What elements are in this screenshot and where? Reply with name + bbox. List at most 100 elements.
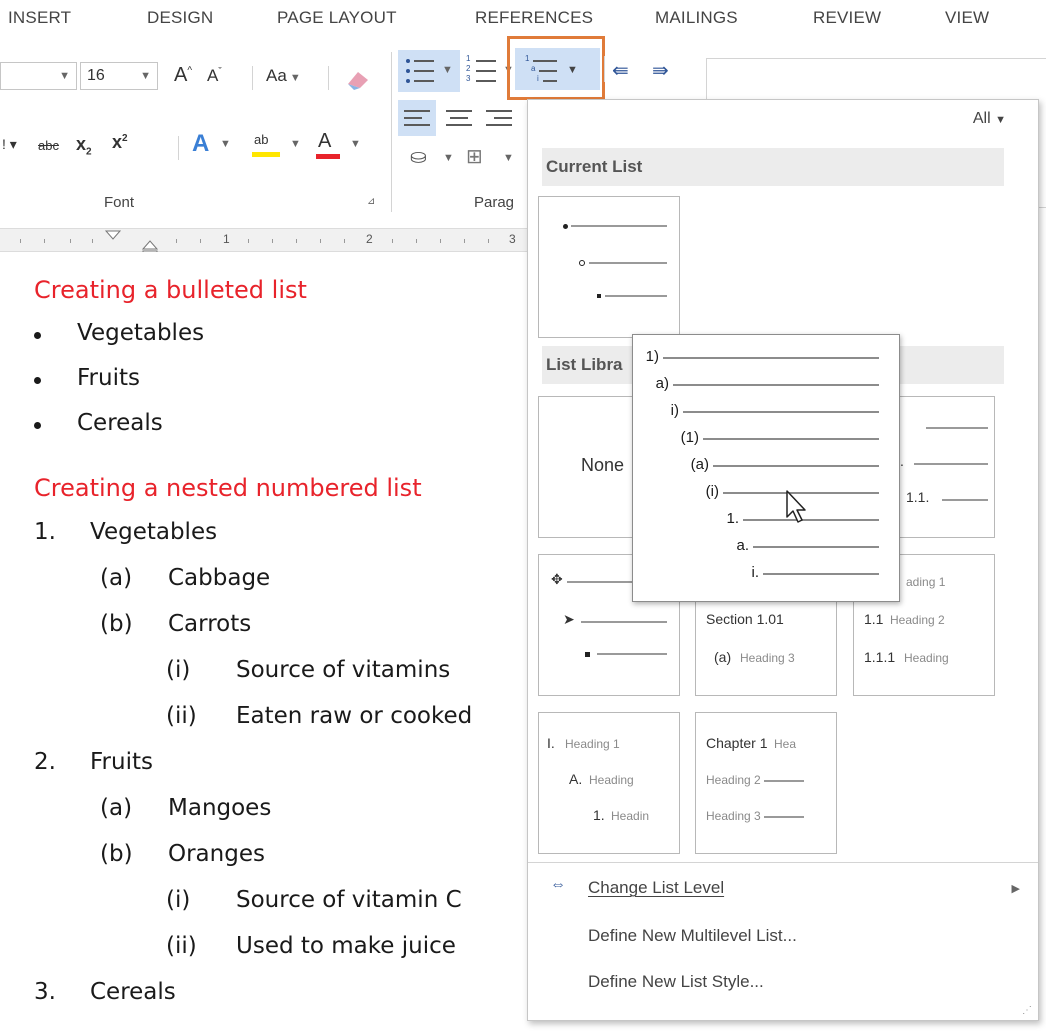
font-name-combo[interactable]: ▼ [0, 62, 77, 90]
define-new-list-style-item[interactable]: Define New List Style... [588, 972, 764, 992]
text-effects-icon[interactable]: A [192, 130, 209, 158]
filter-label: All [972, 110, 991, 127]
change-case-label: Aa [266, 66, 287, 85]
current-list-title: Current List [546, 157, 643, 176]
chapter-heading2: Heading 2 [706, 773, 761, 787]
divider [328, 66, 329, 90]
roman-number: I. [547, 735, 555, 751]
grow-font-icon[interactable]: A^ [174, 64, 192, 87]
arabic-label: Headin [611, 809, 650, 823]
chevron-down-icon[interactable]: ▼ [503, 152, 514, 164]
change-case-button[interactable]: Aa ▼ [266, 66, 301, 86]
shrink-font-icon[interactable]: Aˇ [207, 66, 222, 86]
level-label: 1) [645, 348, 659, 365]
mouse-pointer-icon [786, 490, 806, 523]
list-marker: (ii) [166, 933, 197, 959]
clear-formatting-icon[interactable] [344, 66, 374, 92]
tab-references[interactable]: REFERENCES [475, 8, 593, 28]
list-item: Vegetables [77, 320, 205, 346]
align-center-icon[interactable] [446, 108, 472, 130]
list-marker: (b) [100, 841, 133, 867]
heading-3-number: 1.1.1 [864, 649, 896, 665]
superscript-button[interactable]: x2 [112, 132, 128, 153]
list-item: Vegetables [90, 519, 218, 545]
list-chapter-thumbnail[interactable]: Chapter 1 Hea Heading 2 Heading 3 [695, 712, 837, 854]
list-marker: (i) [166, 887, 191, 913]
highlight-color-icon[interactable]: ab [250, 132, 284, 158]
alpha-number: A. [569, 771, 583, 787]
chapter-label: Chapter 1 [706, 735, 768, 751]
numbered-list-heading: Creating a nested numbered list [34, 474, 422, 502]
decrease-indent-icon[interactable]: ⇚ [612, 58, 629, 83]
section-heading3: Heading 3 [740, 651, 795, 665]
document-page[interactable]: Creating a bulleted list Vegetables Frui… [0, 252, 530, 1031]
shading-icon[interactable]: ⛀ [410, 144, 427, 169]
chevron-down-icon[interactable]: ▼ [220, 138, 231, 150]
define-new-multilevel-list-item[interactable]: Define New Multilevel List... [588, 926, 797, 946]
none-label: None [581, 455, 625, 475]
bullet-marker [34, 332, 41, 339]
arabic-number: 1. [593, 807, 605, 823]
current-list-header: Current List [542, 148, 1004, 186]
change-list-level-item[interactable]: Change List Level [588, 878, 724, 898]
bullets-icon[interactable] [404, 56, 436, 86]
list-preview-popup: 1) a) i) (1) (a) (i) 1. a. i. [632, 334, 900, 602]
list-item: Cereals [90, 979, 176, 1005]
level-label: 1. [726, 510, 739, 527]
tab-page-layout[interactable]: PAGE LAYOUT [277, 8, 397, 28]
tab-design[interactable]: DESIGN [147, 8, 213, 28]
level-label: (i) [705, 483, 719, 500]
heading-1-label: ading 1 [906, 575, 946, 589]
list-marker: 3. [34, 979, 56, 1005]
tab-mailings[interactable]: MAILINGS [655, 8, 738, 28]
list-item: Source of vitamin C [236, 887, 462, 913]
level-label: a) [655, 375, 669, 392]
strikethrough-button[interactable]: abc [38, 138, 59, 153]
chevron-down-icon[interactable]: ▼ [443, 152, 454, 164]
list-marker: (a) [100, 565, 133, 591]
tab-insert[interactable]: INSERT [8, 8, 71, 28]
level-label: (1) [680, 429, 699, 446]
current-list-thumbnail[interactable] [538, 196, 680, 338]
list-marker: (i) [166, 657, 191, 683]
section-label: Section 1.01 [706, 611, 784, 627]
resize-grip-icon[interactable]: ⋰ [1022, 1005, 1032, 1016]
list-item: Eaten raw or cooked [236, 703, 473, 729]
subscript-button[interactable]: x2 [76, 134, 92, 158]
tab-view[interactable]: VIEW [945, 8, 989, 28]
list-marker: 1. [34, 519, 56, 545]
font-size-combo[interactable]: 16 ▼ [80, 62, 158, 90]
align-right-icon[interactable] [486, 108, 512, 130]
tab-review[interactable]: REVIEW [813, 8, 881, 28]
list-roman-heading-thumbnail[interactable]: I. Heading 1 A. Heading 1. Headin [538, 712, 680, 854]
list-marker: (b) [100, 611, 133, 637]
font-color-icon[interactable]: A [312, 130, 342, 160]
roman-label: Heading 1 [565, 737, 620, 751]
section-sub-label: (a) [714, 649, 732, 665]
filter-dropdown[interactable]: All ▼ [973, 110, 1006, 128]
align-left-icon[interactable] [404, 108, 430, 130]
chapter-heading1: Hea [774, 737, 797, 751]
chevron-down-icon[interactable]: ▼ [442, 64, 453, 76]
numbering-icon[interactable]: 1 2 3 [466, 54, 498, 86]
chevron-down-icon[interactable]: ▼ [140, 70, 151, 82]
borders-icon[interactable]: ⊞ [466, 144, 483, 169]
increase-indent-icon[interactable]: ⇛ [652, 58, 669, 83]
font-group-label: Font [104, 194, 135, 211]
chevron-down-icon[interactable]: ▼ [290, 138, 301, 150]
submenu-arrow-icon: ▶ [1011, 883, 1020, 895]
underline-dropdown[interactable]: ! ▾ [2, 136, 17, 153]
group-divider [391, 52, 392, 212]
dialog-launcher-icon[interactable]: ⊿ [367, 196, 375, 207]
divider [178, 136, 179, 160]
first-line-indent-marker[interactable] [104, 229, 124, 241]
thumb-text: . [900, 453, 904, 469]
chevron-down-icon[interactable]: ▼ [59, 70, 70, 82]
ruler-number: 1 [223, 232, 230, 246]
list-item: Fruits [77, 365, 140, 391]
menu-divider [528, 862, 1038, 863]
thumb-text: 1.1. [906, 489, 930, 505]
chevron-down-icon[interactable]: ▼ [350, 138, 361, 150]
heading-2-label: Heading 2 [890, 613, 945, 627]
horizontal-ruler[interactable]: 1 2 3 [0, 228, 530, 260]
